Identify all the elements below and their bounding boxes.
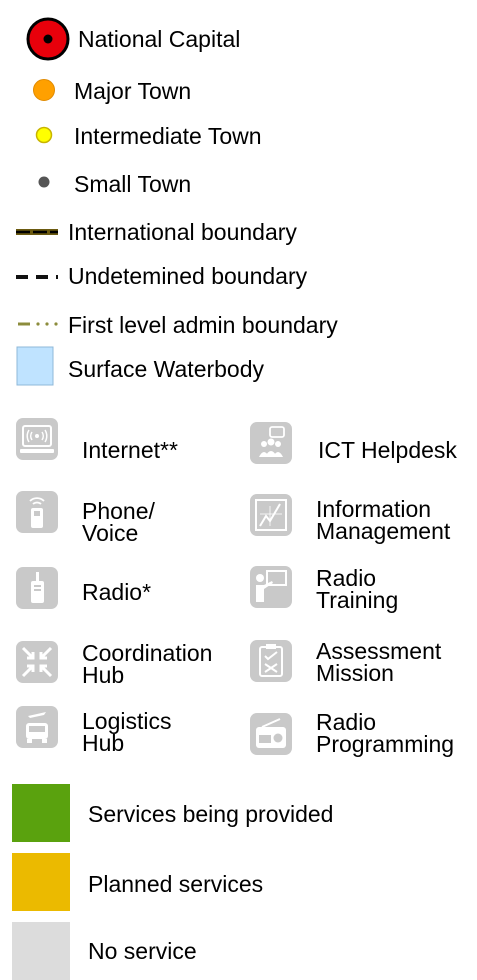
coordination-hub-label: Coordination Hub bbox=[82, 640, 213, 688]
status-no-service-swatch bbox=[12, 922, 70, 980]
information-management-icon bbox=[250, 494, 292, 536]
coordination-hub-icon bbox=[16, 641, 58, 683]
small-town-symbol bbox=[38, 176, 50, 188]
first-level-admin-boundary-label: First level admin boundary bbox=[68, 312, 338, 338]
radio-programming-label: Radio Programming bbox=[316, 709, 455, 757]
logistics-hub-icon bbox=[16, 706, 58, 748]
radio-training-label: Radio Training bbox=[316, 565, 399, 613]
radio-handset-icon bbox=[16, 567, 58, 609]
radio-programming-icon bbox=[250, 713, 292, 755]
internet-label: Internet** bbox=[82, 437, 178, 463]
radio-label: Radio* bbox=[82, 579, 152, 605]
status-planned-label: Planned services bbox=[88, 871, 264, 897]
assessment-mission-icon bbox=[250, 640, 292, 682]
status-no-service-label: No service bbox=[88, 938, 197, 964]
helpdesk-icon bbox=[250, 422, 292, 464]
status-planned-swatch bbox=[12, 853, 70, 911]
international-boundary-symbol bbox=[16, 229, 58, 235]
undetermined-boundary-label: Undetemined boundary bbox=[68, 263, 308, 289]
undetermined-boundary-symbol bbox=[16, 275, 58, 279]
radio-training-icon bbox=[250, 566, 292, 608]
information-management-label: Information Management bbox=[316, 496, 451, 544]
national-capital-label: National Capital bbox=[78, 26, 241, 52]
ict-helpdesk-label: ICT Helpdesk bbox=[318, 437, 457, 463]
internet-icon bbox=[16, 418, 58, 460]
status-provided-swatch bbox=[12, 784, 70, 842]
intermediate-town-label: Intermediate Town bbox=[74, 123, 262, 149]
surface-waterbody-symbol bbox=[16, 346, 54, 386]
surface-waterbody-label: Surface Waterbody bbox=[68, 356, 265, 382]
phone-voice-label: Phone/ Voice bbox=[82, 498, 155, 546]
small-town-label: Small Town bbox=[74, 171, 192, 197]
phone-icon bbox=[16, 491, 58, 533]
intermediate-town-symbol bbox=[35, 126, 53, 144]
assessment-mission-label: Assessment Mission bbox=[316, 638, 442, 686]
international-boundary-label: International boundary bbox=[68, 219, 297, 245]
national-capital-symbol bbox=[26, 17, 70, 61]
logistics-hub-label: Logistics Hub bbox=[82, 708, 172, 756]
major-town-label: Major Town bbox=[74, 78, 192, 104]
major-town-symbol bbox=[33, 79, 55, 101]
status-provided-label: Services being provided bbox=[88, 801, 334, 827]
first-level-admin-boundary-symbol bbox=[18, 322, 58, 326]
